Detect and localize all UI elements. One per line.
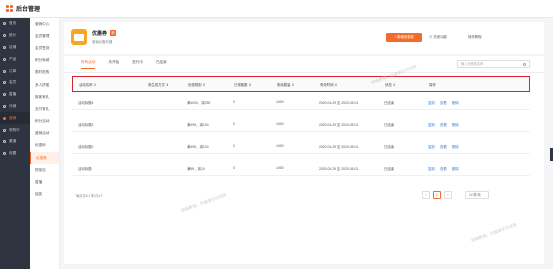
nav2-item-coupon[interactable]: 优惠券 — [30, 152, 59, 165]
delete-link[interactable]: 删除 — [452, 144, 459, 149]
prev-page-button[interactable]: ‹ — [422, 191, 430, 199]
table-row: 活动标题4 满1000，减250 0 1000 2020.04.29 至 202… — [72, 94, 530, 110]
delete-link[interactable]: 删除 — [452, 100, 459, 105]
coupon-list-card: 所有活动 未开始 进行中 已结束 输入优惠券名称 活动名称 ⇕ 券生成方式 ⇕ … — [64, 56, 544, 264]
nav2-item-marketing-center[interactable]: 营销中心 — [30, 18, 59, 30]
nav2-item-promo-code[interactable]: 优惠码 — [30, 140, 59, 152]
copy-link[interactable]: 复制 — [428, 144, 435, 149]
main-content: 优惠券 新 营销必备利器 + 新增优惠券 ⊙ 关闭功能 操作教程 所有活动 未开… — [64, 22, 544, 269]
divider — [64, 72, 544, 73]
col-ops: 操作 — [429, 83, 436, 87]
nav2-item-sms[interactable]: 短信包 — [30, 164, 59, 176]
view-link[interactable]: 查看 — [440, 166, 447, 171]
nav2-item-pay-gift[interactable]: 支付有礼 — [30, 103, 59, 115]
app-title: 后台管理 — [16, 7, 41, 13]
page-title: 优惠券 — [92, 31, 108, 37]
live-icon — [3, 93, 6, 97]
col-gen[interactable]: 券生成方式 ⇕ — [148, 82, 169, 87]
nav1-item-product[interactable]: 产品 — [0, 53, 30, 65]
table-row: 活动标题 满99，减10 0 1000 2020.04.29 至 2020.05… — [72, 160, 530, 176]
distribution-icon — [3, 104, 6, 108]
order-icon — [3, 69, 6, 73]
delete-link[interactable]: 删除 — [452, 166, 459, 171]
shop-icon — [3, 45, 6, 49]
member-icon — [3, 81, 6, 85]
table-row: 活动标题2 满199，减100 0 1000 2020.04.29 至 2020… — [72, 138, 530, 154]
col-name[interactable]: 活动名称 ⇕ — [79, 82, 96, 87]
tab-not-started[interactable]: 未开始 — [108, 60, 119, 69]
nav1-item-stats[interactable]: 统计 — [0, 30, 30, 42]
nav2-item-live[interactable]: 直播 — [30, 176, 59, 188]
top-bar: 后台管理 — [0, 0, 553, 18]
view-link[interactable]: 查看 — [440, 122, 447, 127]
nav1-item-order[interactable]: 订单 — [0, 65, 30, 77]
col-taken[interactable]: 已领取数 ⇕ — [234, 82, 251, 87]
close-feature-button[interactable]: ⊙ 关闭功能 — [429, 33, 447, 42]
nav2-item-new-customer[interactable]: 新客有礼 — [30, 91, 59, 103]
channel-icon — [3, 140, 6, 144]
nav1-item-marketing[interactable]: 营销 — [0, 112, 30, 125]
stats-icon — [3, 34, 6, 38]
status-tabs: 所有活动 未开始 进行中 已结束 — [81, 60, 167, 69]
secondary-sidebar: 营销中心 会员管理 会员签到 积分商城 限时抢购 多人拼团 新客有礼 支付有礼 … — [30, 18, 60, 269]
nav1-item-settings[interactable]: 设置 — [0, 148, 30, 160]
copy-link[interactable]: 复制 — [428, 100, 435, 105]
nav2-item-points-activity[interactable]: 积分活动 — [30, 116, 59, 128]
col-remain[interactable]: 剩余数量 ⇕ — [277, 82, 294, 87]
tab-all[interactable]: 所有活动 — [81, 60, 96, 69]
page-size-select[interactable]: 10 条/页 — [465, 191, 489, 199]
coupon-header-card: 优惠券 新 营销必备利器 + 新增优惠券 ⊙ 关闭功能 操作教程 — [64, 22, 544, 54]
nav2-item-checkin[interactable]: 会员签到 — [30, 42, 59, 54]
nav1-item-home[interactable]: 首页 — [0, 18, 30, 30]
settings-icon — [3, 152, 6, 156]
page-subtitle: 营销必备利器 — [92, 40, 113, 44]
primary-sidebar: 首页 统计 店铺 产品 订单 会员 直播 分销 营销 采购中 渠道 设置 — [0, 18, 30, 269]
copy-link[interactable]: 复制 — [428, 122, 435, 127]
nav2-item-member-manage[interactable]: 会员管理 — [30, 30, 59, 42]
col-time[interactable]: 有效时间 ⇕ — [320, 82, 337, 87]
marketing-icon — [3, 116, 6, 120]
nav2-item-group-buy[interactable]: 多人拼团 — [30, 79, 59, 91]
nav2-item-lottery[interactable]: 抽奖 — [30, 189, 59, 201]
nav1-item-shop[interactable]: 店铺 — [0, 42, 30, 54]
tutorial-button[interactable]: 操作教程 — [468, 33, 482, 42]
copy-link[interactable]: 复制 — [428, 166, 435, 171]
nav2-item-points-mall[interactable]: 积分商城 — [30, 55, 59, 67]
table-header: 活动名称 ⇕ 券生成方式 ⇕ 优惠规则 ⇕ 已领取数 ⇕ 剩余数量 ⇕ 有效时间… — [72, 76, 530, 92]
purchase-icon — [3, 128, 6, 132]
nav1-item-purchase[interactable]: 采购中 — [0, 124, 30, 136]
nav1-item-member[interactable]: 会员 — [0, 77, 30, 89]
nav1-item-channel[interactable]: 渠道 — [0, 136, 30, 148]
new-badge: 新 — [110, 29, 116, 36]
nav2-item-flash-sale[interactable]: 限时抢购 — [30, 67, 59, 79]
search-input[interactable]: 输入优惠券名称 — [457, 60, 530, 68]
tab-ongoing[interactable]: 进行中 — [132, 60, 143, 69]
nav2-item-marketing-activity[interactable]: 营销活动 — [30, 128, 59, 140]
view-link[interactable]: 查看 — [440, 100, 447, 105]
nav1-item-live[interactable]: 直播 — [0, 89, 30, 101]
home-icon — [3, 22, 6, 26]
view-link[interactable]: 查看 — [440, 144, 447, 149]
pagination-info: 每页共4/1 条/共4个 — [76, 194, 104, 198]
next-page-button[interactable]: › — [444, 191, 452, 199]
tab-ended[interactable]: 已结束 — [156, 60, 167, 69]
product-icon — [3, 57, 6, 61]
logo-icon — [6, 5, 13, 12]
pagination: ‹ 1 › 10 条/页 — [422, 191, 489, 199]
col-rule[interactable]: 优惠规则 ⇕ — [188, 82, 205, 87]
add-coupon-button[interactable]: + 新增优惠券 — [386, 33, 422, 42]
coupon-icon — [71, 29, 87, 45]
table-row: 活动标题3 满199，减100 0 1000 2020.04.29 至 2020… — [72, 116, 530, 132]
col-status[interactable]: 状态 ⇕ — [385, 82, 396, 87]
nav1-item-distribution[interactable]: 分销 — [0, 101, 30, 113]
page-1-button[interactable]: 1 — [433, 191, 441, 199]
search-icon[interactable] — [522, 62, 526, 66]
delete-link[interactable]: 删除 — [452, 122, 459, 127]
